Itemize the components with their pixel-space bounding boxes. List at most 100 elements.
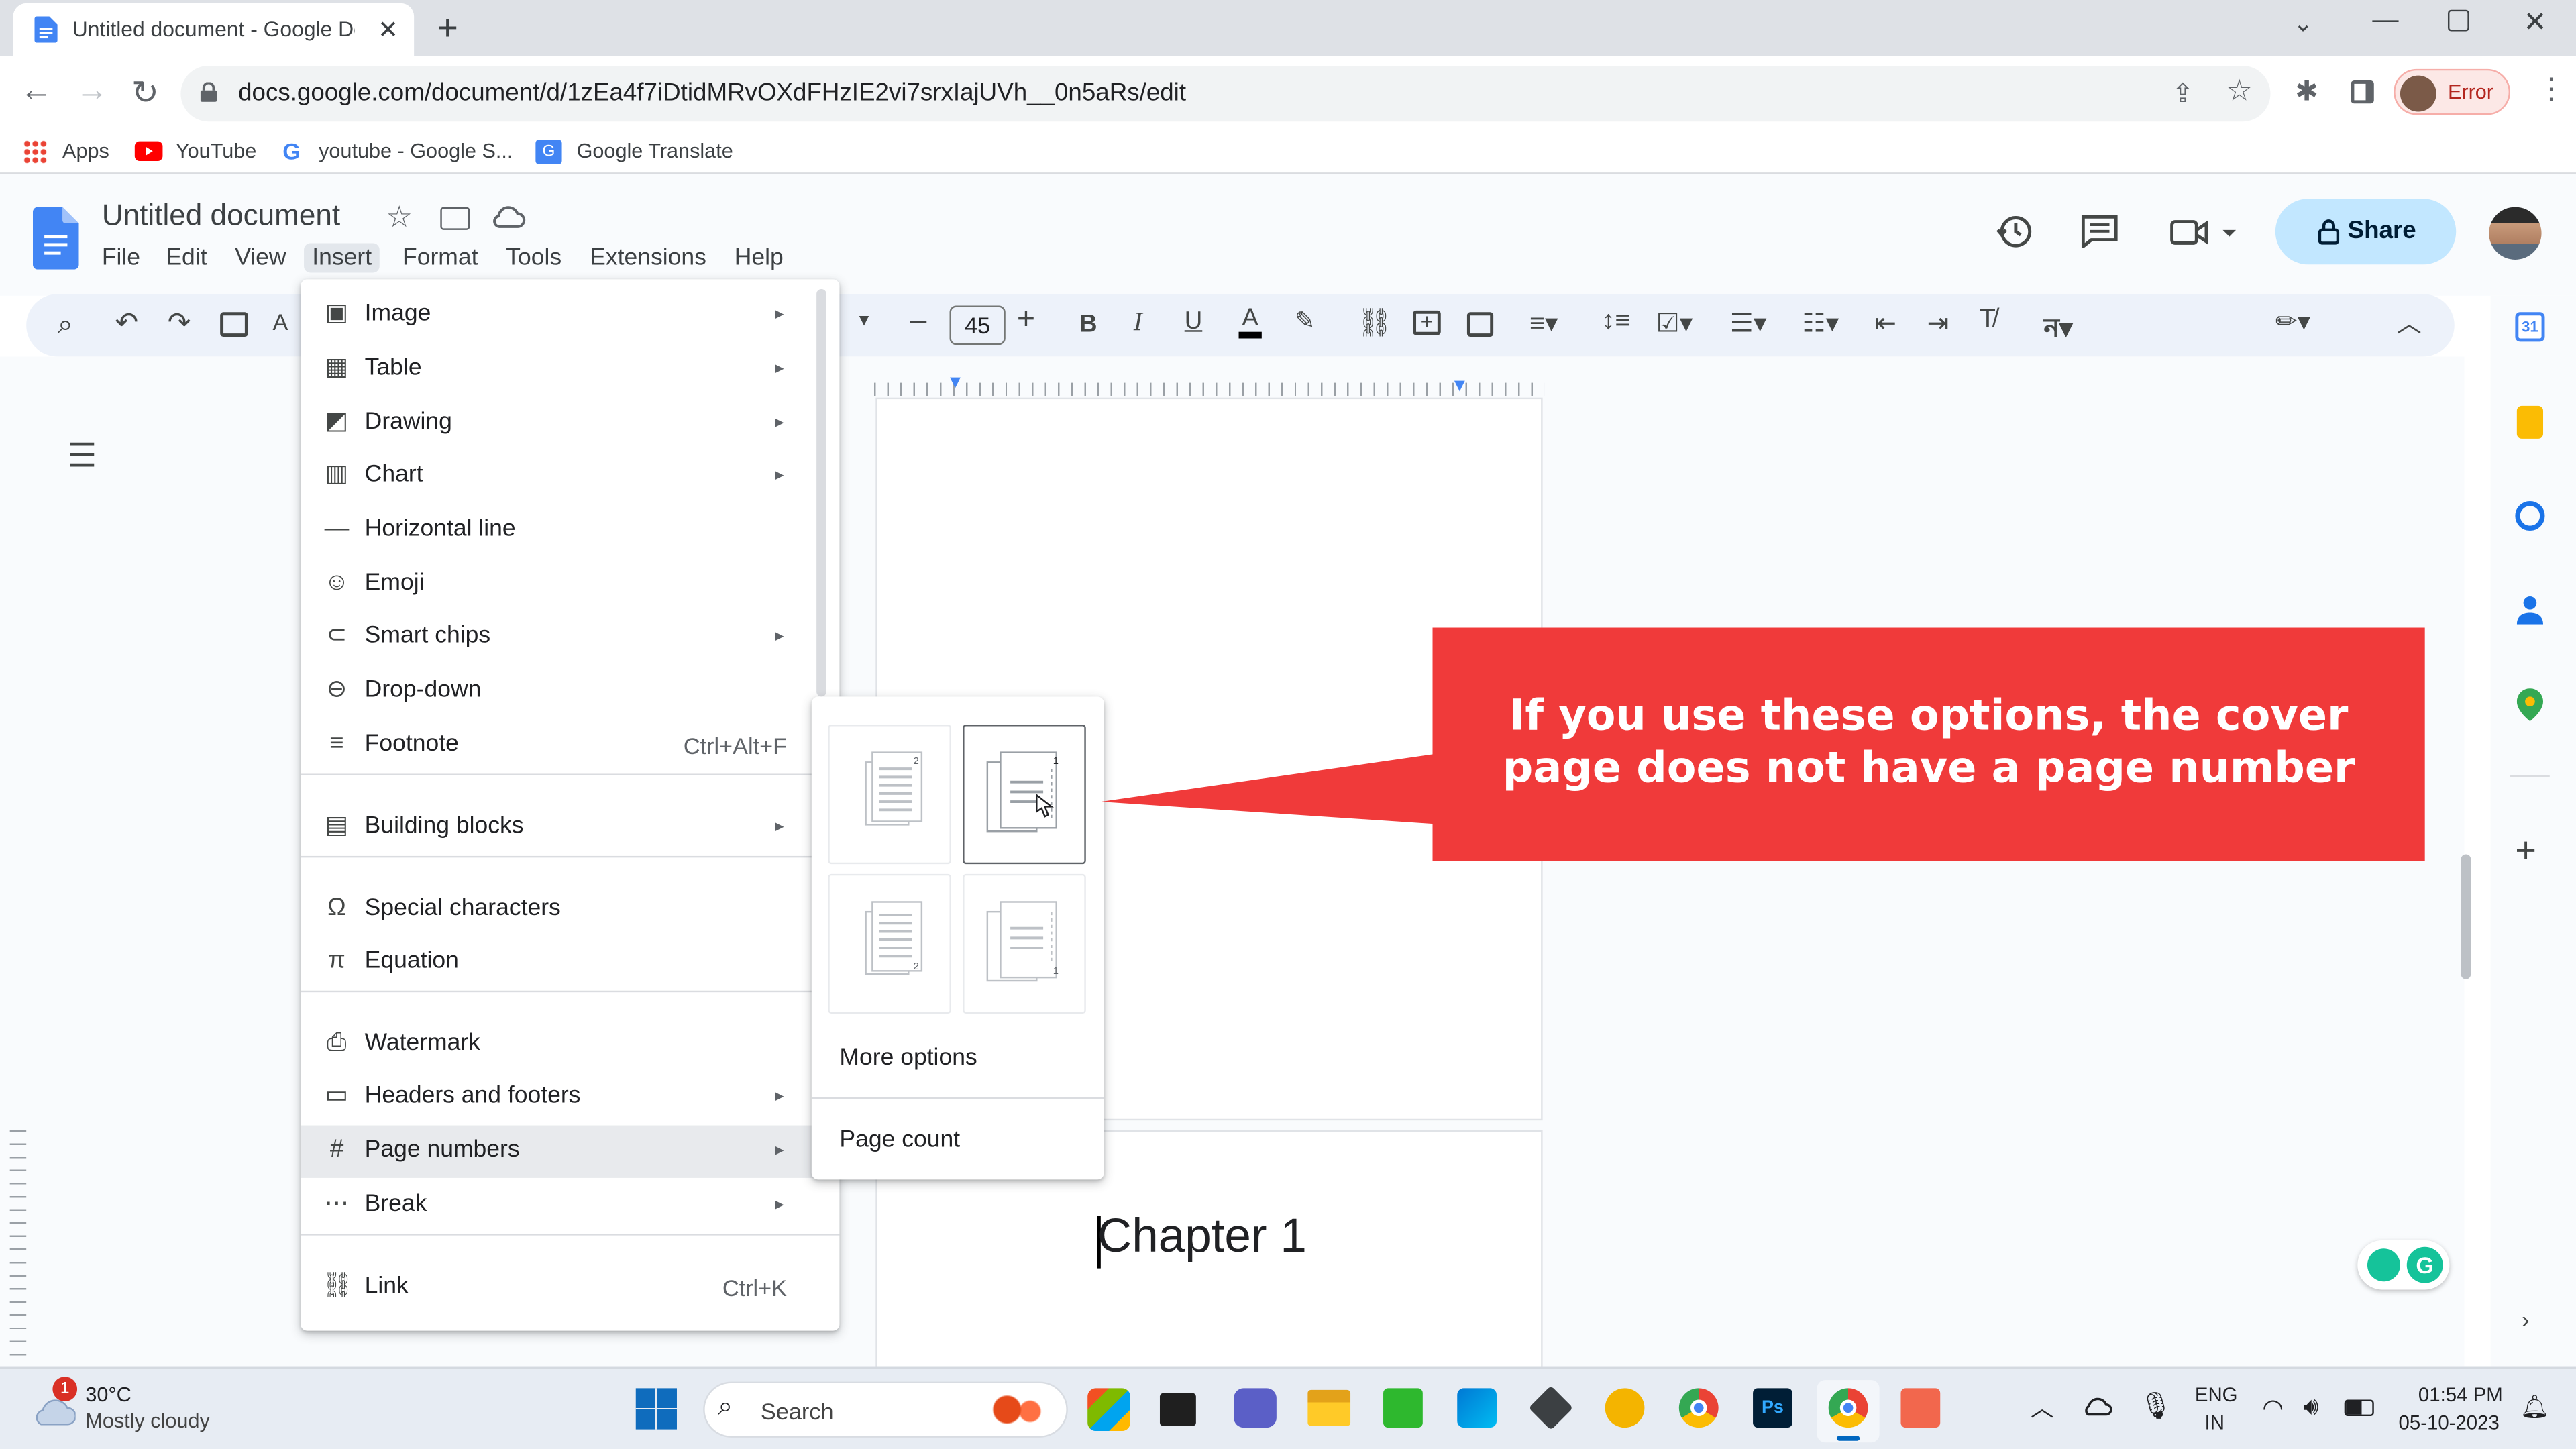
scrollbar-thumb[interactable]: [2461, 854, 2471, 979]
bookmark-google-search[interactable]: G youtube - Google S...: [282, 138, 521, 168]
insert-menu-item-special-characters[interactable]: Ω Special characters: [301, 884, 839, 936]
version-history-icon[interactable]: [1994, 212, 2034, 252]
page-number-option-top-right[interactable]: 2: [828, 724, 951, 865]
insert-menu-item-drawing[interactable]: ◩ Drawing ►: [301, 398, 839, 450]
insert-menu-item-building-blocks[interactable]: ▤ Building blocks ►: [301, 802, 839, 854]
ruler[interactable]: [873, 376, 1545, 396]
insert-menu-item-emoji[interactable]: ☺ Emoji: [301, 559, 839, 611]
font-size-input[interactable]: 45: [949, 305, 1006, 345]
camtasia-icon[interactable]: [1383, 1388, 1423, 1428]
page-number-option-top-skip-first[interactable]: 1: [963, 724, 1086, 865]
menu-extensions[interactable]: Extensions: [582, 243, 714, 272]
language-secondary[interactable]: IN: [2205, 1411, 2224, 1434]
hide-menus-icon[interactable]: ︿: [2397, 306, 2422, 340]
clock-date[interactable]: 05-10-2023: [2399, 1411, 2500, 1434]
insert-menu-item-equation[interactable]: π Equation: [301, 936, 839, 989]
page-number-option-bottom-skip-first[interactable]: 1: [963, 873, 1086, 1014]
outline-icon[interactable]: ☰: [67, 435, 97, 476]
windows-start-icon[interactable]: [635, 1388, 677, 1430]
menu-view[interactable]: View: [227, 243, 294, 272]
notifications-icon[interactable]: 🔔︎: [2520, 1393, 2550, 1421]
star-icon[interactable]: ☆: [386, 201, 413, 235]
line-spacing-icon[interactable]: ↕≡: [1602, 307, 1630, 337]
onedrive-icon[interactable]: [2080, 1395, 2112, 1417]
share-page-icon[interactable]: ⇪: [2172, 77, 2194, 110]
menu-format[interactable]: Format: [394, 243, 486, 272]
decrease-font-icon[interactable]: –: [910, 304, 927, 338]
insert-link-icon[interactable]: ⛓: [1357, 307, 1393, 340]
bookmark-youtube[interactable]: YouTube: [134, 138, 266, 168]
forward-icon[interactable]: →: [76, 72, 109, 110]
chrome-menu-icon[interactable]: ⋮: [2536, 72, 2566, 107]
wifi-icon[interactable]: ◠: [2262, 1393, 2284, 1423]
profile-error-button[interactable]: Error: [2394, 68, 2511, 115]
insert-menu-item-table[interactable]: ▦ Table ►: [301, 343, 839, 396]
document-title[interactable]: Untitled document: [102, 199, 340, 233]
editing-mode-icon[interactable]: ✏▾: [2275, 306, 2311, 339]
extensions-icon[interactable]: ✱: [2295, 76, 2318, 109]
underline-icon[interactable]: U: [1185, 307, 1203, 335]
user-avatar[interactable]: [2489, 207, 2542, 260]
tab-search-chevron-icon[interactable]: ⌄: [2294, 10, 2313, 38]
comments-icon[interactable]: [2081, 215, 2118, 248]
meet-icon[interactable]: [2170, 219, 2237, 248]
highlight-icon[interactable]: ✎: [1295, 306, 1316, 335]
copilot-icon[interactable]: [1087, 1388, 1130, 1432]
contacts-icon[interactable]: [2516, 595, 2544, 625]
increase-indent-icon[interactable]: ⇥: [1927, 307, 1949, 340]
insert-menu-item-page-numbers[interactable]: # Page numbers ►: [301, 1125, 840, 1178]
clock-time[interactable]: 01:54 PM: [2418, 1383, 2503, 1406]
menu-insert[interactable]: Insert: [304, 243, 380, 273]
insert-menu-item-watermark[interactable]: ⎙ Watermark: [301, 1018, 839, 1071]
bookmark-star-icon[interactable]: ☆: [2226, 74, 2253, 108]
tasks-icon[interactable]: [2515, 500, 2545, 531]
italic-icon[interactable]: I: [1134, 309, 1142, 338]
taskbar-search[interactable]: ⌕ Search: [703, 1381, 1068, 1438]
more-options-item[interactable]: More options: [839, 1045, 977, 1071]
insert-menu-item-smart-chips[interactable]: ⊂ Smart chips ►: [301, 611, 839, 663]
search-menus-icon[interactable]: ⌕: [58, 309, 73, 341]
browser-tab[interactable]: Untitled document - Google Do ✕: [13, 3, 415, 56]
close-window-icon[interactable]: ✕: [2524, 7, 2547, 40]
insert-menu-item-footnote[interactable]: ≡ Footnote Ctrl+Alt+F: [301, 720, 839, 772]
print-icon[interactable]: [220, 312, 248, 337]
bold-icon[interactable]: B: [1079, 311, 1097, 339]
store-icon[interactable]: [1457, 1388, 1497, 1428]
menu-edit[interactable]: Edit: [158, 243, 215, 272]
side-panel-icon[interactable]: [2351, 80, 2374, 104]
bookmark-google-translate[interactable]: G Google Translate: [535, 138, 741, 168]
align-icon[interactable]: ≡▾: [1529, 307, 1558, 340]
left-indent-marker-icon[interactable]: ▼: [947, 373, 965, 392]
menu-file[interactable]: File: [94, 243, 149, 272]
chrome-profile-icon[interactable]: [1678, 1388, 1719, 1428]
volume-icon[interactable]: 🔊︎: [2303, 1393, 2318, 1421]
add-addon-icon[interactable]: +: [2515, 830, 2536, 873]
battery-icon[interactable]: [2344, 1399, 2374, 1417]
calendar-icon[interactable]: 31: [2515, 312, 2545, 342]
tray-overflow-icon[interactable]: ︿: [2031, 1391, 2053, 1424]
microphone-icon[interactable]: 🎙︎: [2139, 1390, 2173, 1423]
teams-icon[interactable]: [1234, 1388, 1277, 1428]
insert-menu-item-image[interactable]: ▣ Image ►: [301, 289, 839, 341]
page-number-option-bottom-right[interactable]: 2: [828, 873, 951, 1014]
keep-icon[interactable]: [2516, 405, 2544, 439]
increase-font-icon[interactable]: +: [1017, 303, 1035, 339]
insert-image-icon[interactable]: [1466, 312, 1494, 337]
page-count-item[interactable]: Page count: [839, 1127, 960, 1153]
weather-widget[interactable]: 1 30°C Mostly cloudy: [30, 1377, 260, 1441]
add-comment-icon[interactable]: +: [1413, 310, 1441, 335]
insert-menu-item-link[interactable]: ⛓ Link Ctrl+K: [301, 1262, 839, 1314]
insert-menu-item-break[interactable]: ⋯ Break ►: [301, 1179, 839, 1232]
checklist-icon[interactable]: ☑▾: [1656, 307, 1693, 340]
minimize-icon[interactable]: —: [2372, 7, 2398, 36]
menu-tools[interactable]: Tools: [498, 243, 570, 272]
reload-icon[interactable]: ↻: [131, 72, 159, 113]
restore-icon[interactable]: [2447, 9, 2469, 32]
page-heading-text[interactable]: Chapter 1: [1097, 1211, 1307, 1265]
insert-menu-item-horizontal-line[interactable]: — Horizontal line: [301, 504, 839, 557]
numbered-list-icon[interactable]: ☷▾: [1803, 307, 1839, 340]
move-folder-icon[interactable]: [440, 207, 470, 230]
maps-icon[interactable]: [2516, 688, 2544, 722]
style-dropdown-icon[interactable]: ▼: [856, 312, 872, 330]
cloud-status-icon[interactable]: [491, 204, 526, 230]
